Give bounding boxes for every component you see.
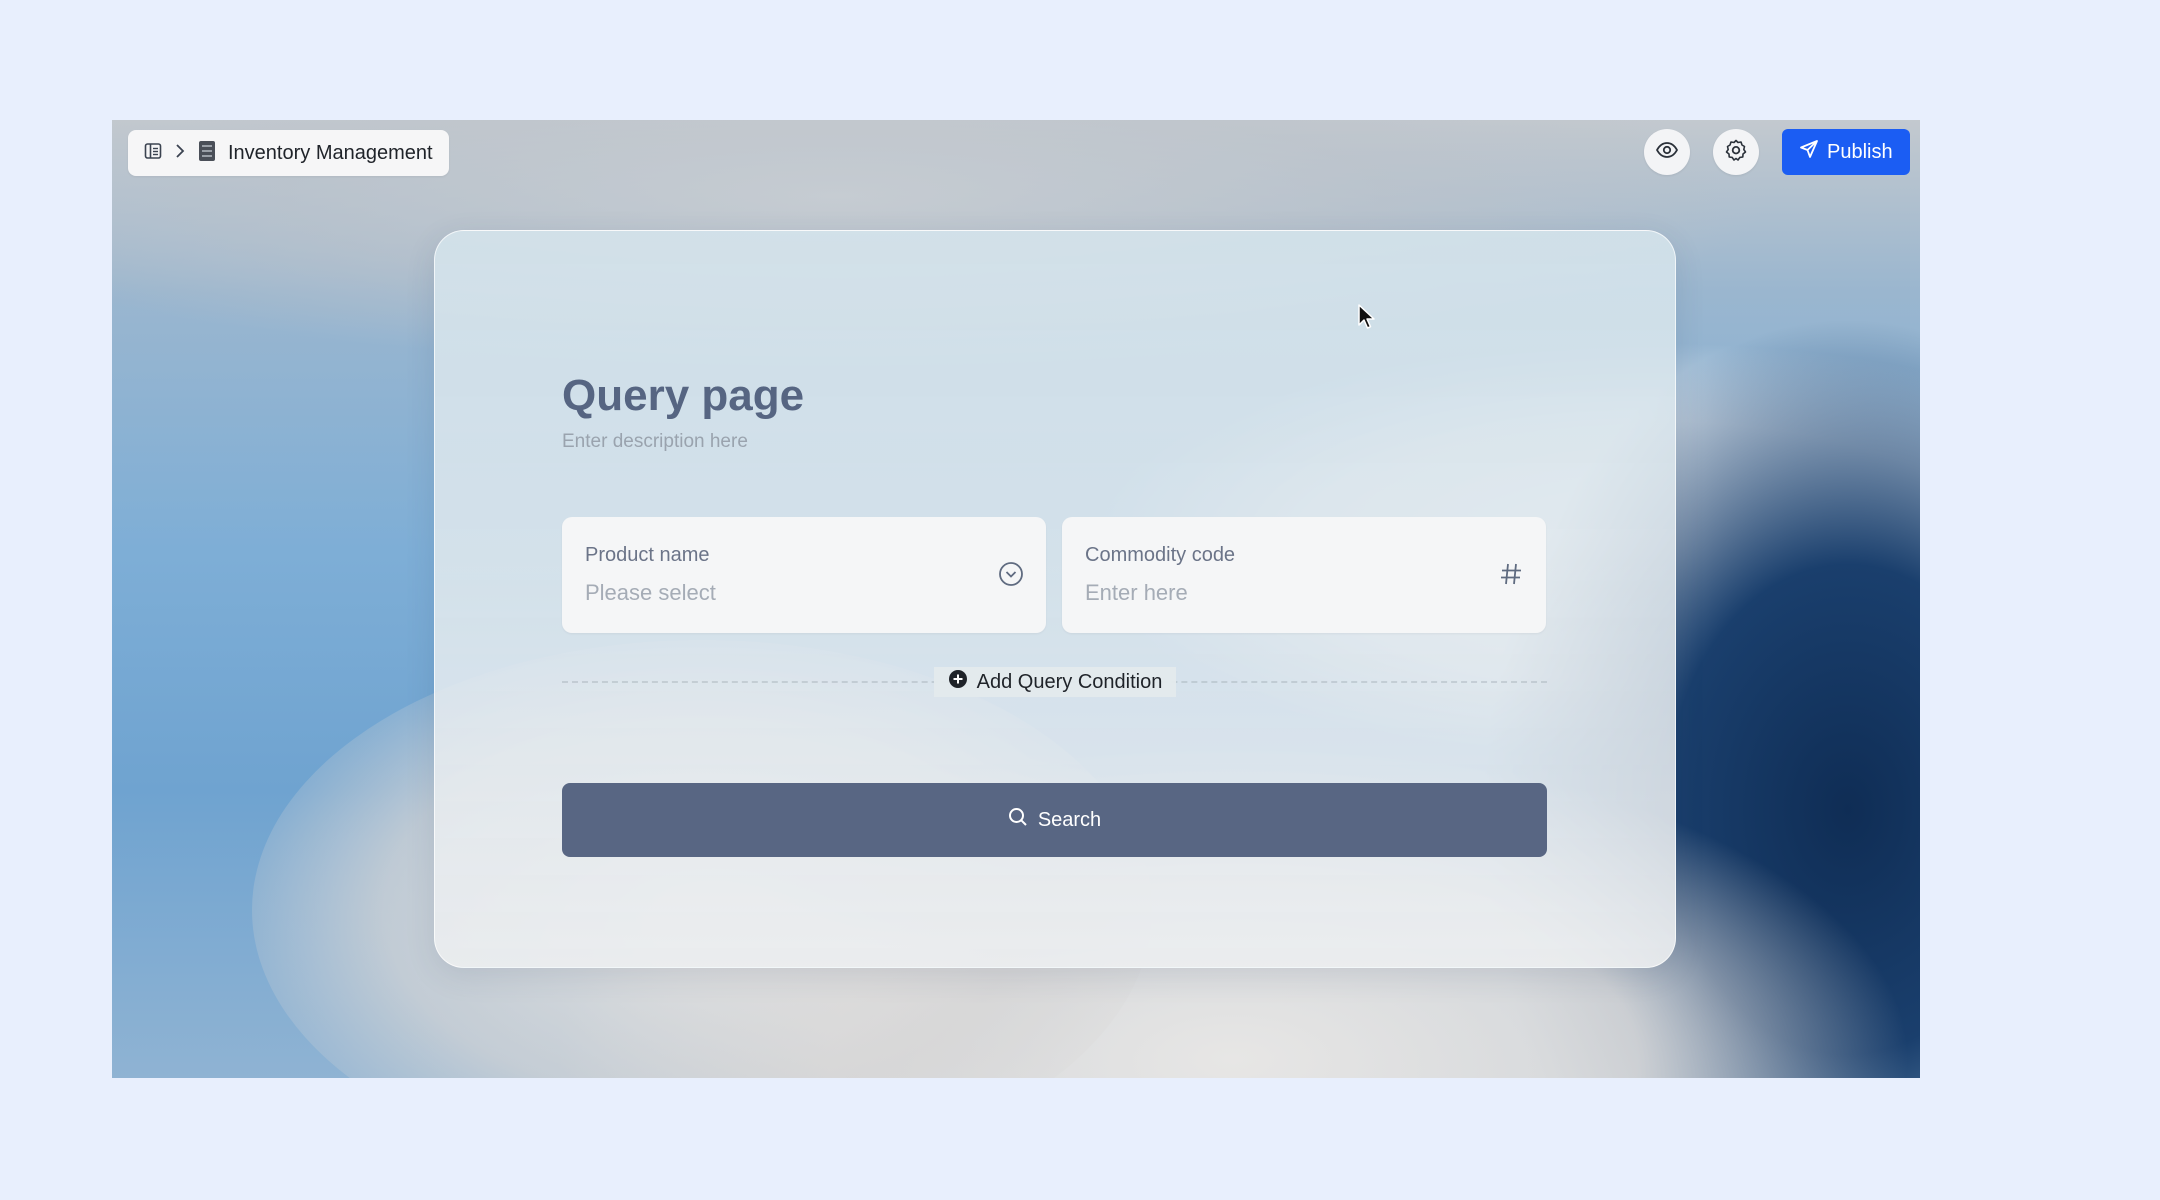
send-icon bbox=[1799, 139, 1819, 165]
search-button[interactable]: Search bbox=[562, 783, 1547, 857]
search-label: Search bbox=[1037, 808, 1102, 831]
mouse-cursor-icon bbox=[1357, 303, 1377, 336]
breadcrumb: Inventory Management bbox=[128, 130, 449, 176]
preview-button[interactable] bbox=[1644, 129, 1690, 175]
page-title: Query page bbox=[562, 371, 805, 420]
field-label: Product name bbox=[585, 544, 710, 566]
app-canvas: Inventory Management Publish Query page … bbox=[112, 120, 1920, 1078]
app-icon bbox=[198, 140, 216, 167]
settings-button[interactable] bbox=[1713, 129, 1759, 175]
eye-icon bbox=[1655, 138, 1679, 167]
chevron-down-circle-icon[interactable] bbox=[998, 561, 1024, 592]
publish-label: Publish bbox=[1827, 140, 1893, 163]
gear-icon bbox=[1724, 138, 1748, 167]
add-condition-label: Add Query Condition bbox=[976, 670, 1163, 693]
product-name-select[interactable]: Please select bbox=[585, 580, 716, 606]
chevron-right-icon bbox=[174, 143, 186, 164]
publish-button[interactable]: Publish bbox=[1782, 129, 1910, 175]
product-name-field[interactable]: Product name Please select bbox=[562, 517, 1046, 633]
search-icon bbox=[1008, 807, 1028, 833]
query-card: Query page Enter description here Produc… bbox=[434, 230, 1676, 968]
breadcrumb-title[interactable]: Inventory Management bbox=[228, 142, 433, 165]
page-description[interactable]: Enter description here bbox=[562, 431, 748, 453]
commodity-code-field[interactable]: Commodity code Enter here bbox=[1062, 517, 1546, 633]
field-label: Commodity code bbox=[1085, 544, 1236, 566]
hash-icon bbox=[1498, 561, 1524, 592]
plus-circle-icon bbox=[948, 669, 968, 695]
sidebar-toggle-icon[interactable] bbox=[144, 142, 162, 165]
add-query-condition-button[interactable]: Add Query Condition bbox=[933, 667, 1177, 697]
add-condition-row: Add Query Condition bbox=[435, 667, 1675, 697]
commodity-code-input[interactable]: Enter here bbox=[1085, 580, 1188, 606]
